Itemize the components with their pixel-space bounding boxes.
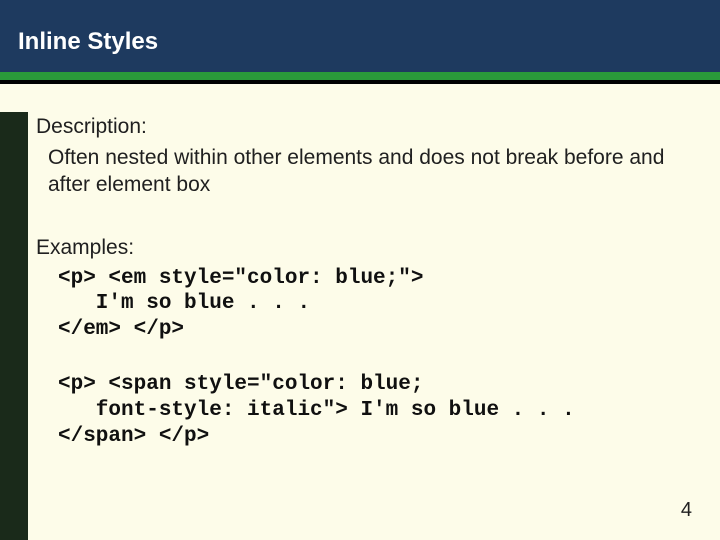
left-edge-decoration bbox=[0, 112, 28, 540]
code-example-2: <p> <span style="color: blue; font-style… bbox=[58, 372, 692, 449]
examples-label: Examples: bbox=[36, 235, 692, 262]
slide-title: Inline Styles bbox=[18, 28, 158, 56]
slide-content: Description: Often nested within other e… bbox=[0, 84, 720, 449]
description-label: Description: bbox=[36, 114, 692, 141]
code-example-1: <p> <em style="color: blue;"> I'm so blu… bbox=[58, 266, 692, 343]
page-number: 4 bbox=[681, 499, 692, 522]
accent-bar-green bbox=[0, 72, 720, 80]
description-text: Often nested within other elements and d… bbox=[48, 145, 692, 199]
slide-header: Inline Styles bbox=[0, 0, 720, 72]
